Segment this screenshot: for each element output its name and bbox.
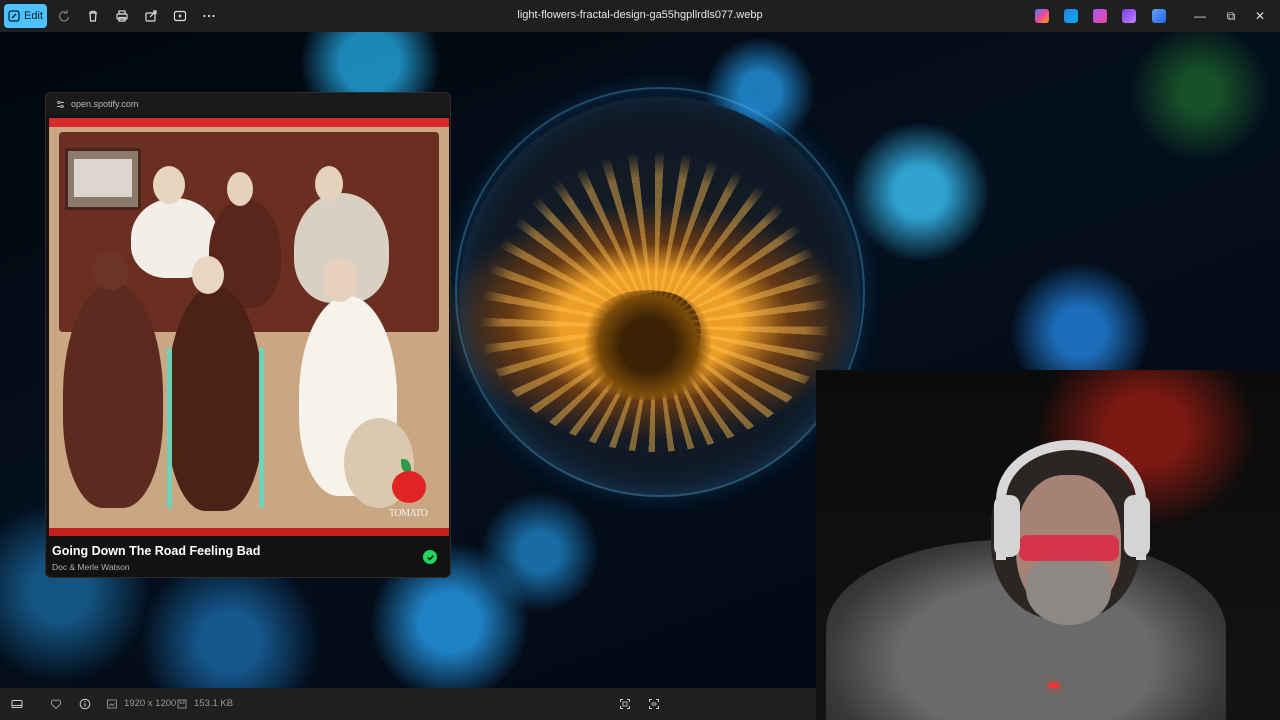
more-icon[interactable] [201,8,217,24]
headphones-earcup-right [1124,495,1150,557]
webcam-person-beard [1026,555,1111,625]
album-figure [167,286,263,511]
track-artist[interactable]: Doc & Merle Watson [52,562,130,572]
webcam-overlay [816,370,1280,720]
saved-to-library-check-icon[interactable] [423,550,437,564]
actual-size-icon[interactable] [647,697,661,711]
slideshow-icon[interactable] [172,8,188,24]
share-icon[interactable] [143,8,159,24]
headphones-earcup-left [994,495,1020,557]
spotify-url-bar: open.spotify.com [46,93,450,115]
webcam-led-light [1048,683,1060,688]
edit-pencil-icon [8,10,20,22]
album-figure-head [192,256,224,294]
edit-app-icon[interactable] [1064,9,1078,23]
fit-to-window-icon[interactable] [618,697,632,711]
print-icon[interactable] [114,8,130,24]
file-size: 153.1 KB [194,698,234,709]
album-figure-head [227,172,253,206]
album-bottom-stripe [49,528,449,536]
clipchamp-app-icon[interactable] [1093,9,1107,23]
fractal-flower-rays [470,122,840,452]
album-figure [63,283,163,508]
image-dimensions: 1920 x 1200 [124,698,177,709]
site-settings-icon[interactable] [56,100,65,109]
minimize-button[interactable]: — [1192,8,1208,24]
title-bar: Edit light-flowers-fractal-design-ga55hg… [0,0,1280,32]
dimensions-icon [106,697,118,711]
media-app-icon[interactable] [1122,9,1136,23]
album-figure-head [315,166,343,202]
album-figure-head [153,166,185,204]
album-chair-leg [259,348,264,508]
file-info-icon[interactable] [78,697,92,711]
album-figure-head [93,250,129,290]
spotify-miniplayer[interactable]: open.spotify.com TOMATO Going Down The R… [45,92,451,578]
delete-icon[interactable] [85,8,101,24]
file-size-icon [176,697,188,711]
album-figure-head [323,258,357,302]
album-picture-frame [65,148,141,210]
filmstrip-icon[interactable] [10,697,24,711]
album-label-mark: TOMATO [389,508,428,519]
track-title[interactable]: Going Down The Road Feeling Bad [52,544,260,558]
album-top-stripe [49,118,449,127]
spotify-url: open.spotify.com [71,99,139,109]
album-apple-logo [392,471,426,503]
edit-button[interactable]: Edit [4,4,47,28]
close-button[interactable]: ✕ [1252,8,1268,24]
fractal-flower-core [578,290,718,400]
copilot-app-icon[interactable] [1035,9,1049,23]
file-name-title: light-flowers-fractal-design-ga55hgpllrd… [517,9,763,21]
album-picture [74,159,132,197]
status-bar: 1920 x 1200 153.1 KB [0,688,816,720]
edit-label: Edit [24,10,43,22]
restore-button[interactable]: ⧉ [1223,8,1239,24]
favorite-heart-icon[interactable] [49,697,63,711]
rotate-icon[interactable] [56,8,72,24]
album-chair-leg [167,348,172,508]
onedrive-app-icon[interactable] [1152,9,1166,23]
album-cover: TOMATO [49,118,449,536]
